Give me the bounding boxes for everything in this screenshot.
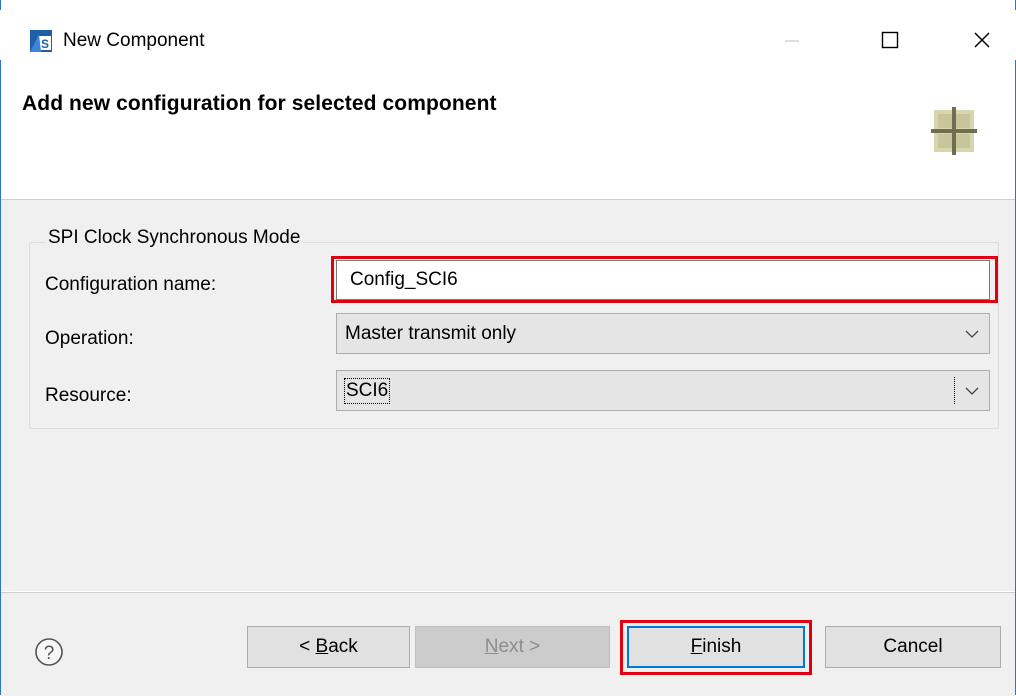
highlight-config-name <box>331 256 998 303</box>
minimize-icon <box>785 40 799 42</box>
group-title: SPI Clock Synchronous Mode <box>45 226 304 250</box>
operation-select[interactable]: Master transmit only <box>336 313 990 354</box>
resource-select[interactable]: SCI6 <box>336 370 990 411</box>
close-icon <box>974 32 990 48</box>
wizard-banner: Add new configuration for selected compo… <box>1 60 1015 200</box>
config-name-label: Configuration name: <box>45 274 217 295</box>
svg-text:?: ? <box>44 643 55 664</box>
next-button[interactable]: Next > <box>415 626 610 668</box>
operation-value: Master transmit only <box>345 323 517 344</box>
back-button[interactable]: < Back <box>247 626 410 668</box>
maximize-icon <box>881 31 899 49</box>
resource-label: Resource: <box>45 385 132 406</box>
chevron-down-icon[interactable] <box>955 314 989 353</box>
resource-value: SCI6 <box>343 378 391 404</box>
window-title: New Component <box>63 30 205 51</box>
operation-label: Operation: <box>45 328 134 349</box>
svg-text:S: S <box>41 37 49 51</box>
back-mnemonic: B <box>315 636 329 657</box>
cancel-button[interactable]: Cancel <box>825 626 1001 668</box>
back-prefix: < <box>299 636 316 657</box>
help-question-icon[interactable]: ? <box>34 637 64 667</box>
highlight-finish <box>620 620 812 675</box>
maximize-button[interactable] <box>866 20 914 60</box>
close-button[interactable] <box>958 20 1006 60</box>
banner-title: Add new configuration for selected compo… <box>22 92 497 115</box>
component-grid-icon <box>931 107 977 155</box>
content-area: SPI Clock Synchronous Mode Configuration… <box>1 200 1015 591</box>
back-rest: ack <box>328 636 358 657</box>
next-mnemonic: N <box>484 636 499 657</box>
next-rest: ext > <box>498 636 541 657</box>
app-icon: S <box>30 30 52 52</box>
chevron-down-icon[interactable] <box>955 371 989 410</box>
minimize-button[interactable] <box>768 20 816 60</box>
